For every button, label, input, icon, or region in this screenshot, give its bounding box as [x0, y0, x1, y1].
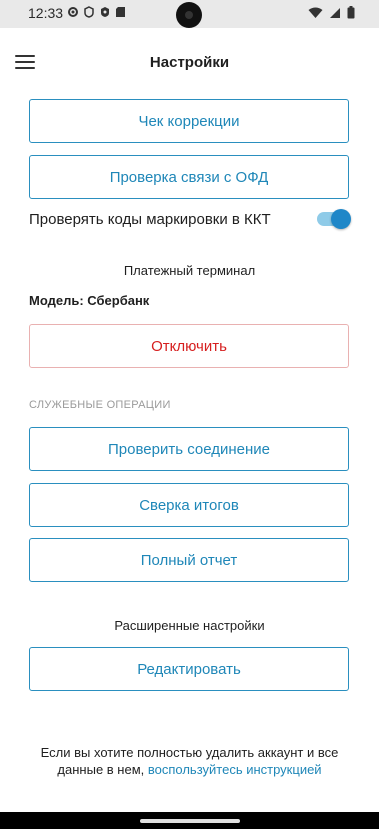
status-time: 12:33	[28, 5, 64, 21]
cellular-signal-icon	[329, 6, 341, 24]
marking-codes-toggle-label: Проверять коды маркировки в ККТ	[29, 211, 271, 228]
full-report-button[interactable]: Полный отчет	[29, 538, 349, 582]
terminal-model-label: Модель: Сбербанк	[29, 293, 150, 308]
home-gesture-handle[interactable]	[140, 819, 240, 823]
app-bar: Настройки	[0, 28, 379, 98]
camera-cutout	[176, 2, 202, 28]
toggle-knob	[331, 209, 351, 229]
reconciliation-button[interactable]: Сверка итогов	[29, 483, 349, 527]
vpn-key-icon	[83, 6, 95, 18]
service-operations-caption: СЛУЖЕБНЫЕ ОПЕРАЦИИ	[29, 399, 171, 411]
shield-icon	[99, 6, 111, 18]
sd-card-icon	[115, 6, 126, 18]
payment-terminal-heading: Платежный терминал	[123, 263, 256, 278]
status-icons-left	[67, 6, 126, 18]
edit-button[interactable]: Редактировать	[29, 647, 349, 691]
correction-receipt-button[interactable]: Чек коррекции	[29, 99, 349, 143]
page-title: Настройки	[149, 54, 230, 71]
marking-codes-toggle[interactable]	[317, 209, 351, 229]
status-bar: 12:33	[0, 0, 379, 28]
advanced-settings-heading: Расширенные настройки	[114, 618, 265, 633]
settings-gear-icon	[67, 6, 79, 18]
marking-codes-toggle-row: Проверять коды маркировки в ККТ	[29, 208, 351, 232]
instructions-link[interactable]: воспользуйтесь инструкцией	[148, 762, 322, 777]
ofd-connection-check-button[interactable]: Проверка связи с ОФД	[29, 155, 349, 199]
system-nav-bar	[0, 812, 379, 829]
wifi-icon	[308, 6, 323, 24]
delete-account-notice: Если вы хотите полностью удалить аккаунт…	[20, 744, 359, 778]
check-connection-button[interactable]: Проверить соединение	[29, 427, 349, 471]
status-icons-right	[308, 6, 355, 24]
disconnect-button[interactable]: Отключить	[29, 324, 349, 368]
battery-icon	[347, 6, 355, 24]
